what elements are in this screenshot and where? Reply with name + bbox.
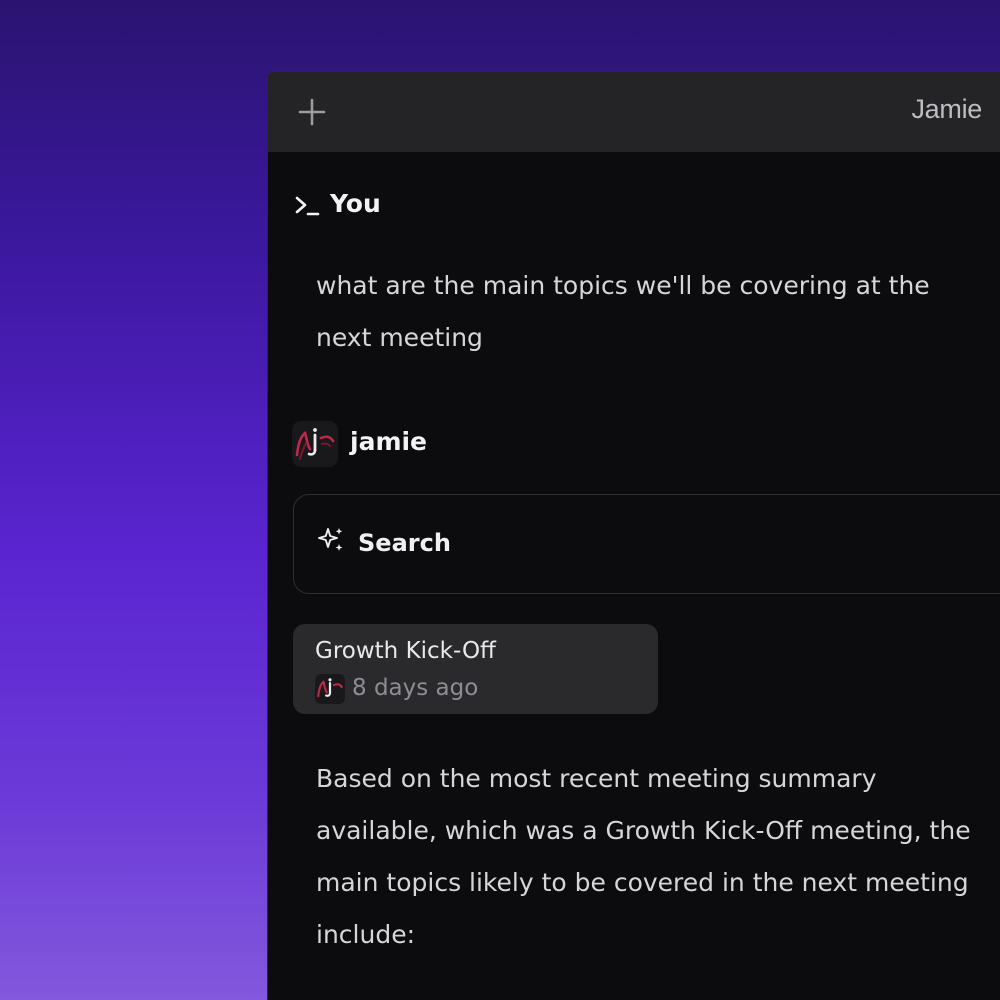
chat-window: Jamie You what are the main topics we'll… xyxy=(267,71,1000,1000)
assistant-message-line: include: xyxy=(316,920,415,949)
user-name-label: You xyxy=(330,189,381,218)
user-message-line: next meeting xyxy=(316,323,483,352)
assistant-message-line: Based on the most recent meeting summary xyxy=(316,764,877,793)
user-message-line: what are the main topics we'll be coveri… xyxy=(316,271,930,300)
assistant-message-line: available, which was a Growth Kick-Off m… xyxy=(316,816,971,845)
source-card[interactable]: Growth Kick-Off 8 days ago xyxy=(293,624,658,714)
search-tool-label: Search xyxy=(358,529,451,557)
search-tool-card[interactable]: Search xyxy=(293,494,1000,594)
assistant-message-line: main topics likely to be covered in the … xyxy=(316,868,969,897)
terminal-icon xyxy=(295,196,320,216)
user-message: what are the main topics we'll be coveri… xyxy=(316,260,976,364)
title-bar: Jamie xyxy=(268,72,1000,152)
assistant-message: Based on the most recent meeting summary… xyxy=(316,753,996,961)
jamie-logo-icon xyxy=(315,674,345,704)
source-timestamp: 8 days ago xyxy=(352,675,479,701)
jamie-logo-icon xyxy=(292,421,338,467)
sparkle-icon xyxy=(318,528,343,551)
plus-icon[interactable] xyxy=(298,98,326,126)
source-title: Growth Kick-Off xyxy=(315,638,496,664)
app-title: Jamie xyxy=(911,94,982,124)
assistant-name-label: jamie xyxy=(350,427,428,456)
